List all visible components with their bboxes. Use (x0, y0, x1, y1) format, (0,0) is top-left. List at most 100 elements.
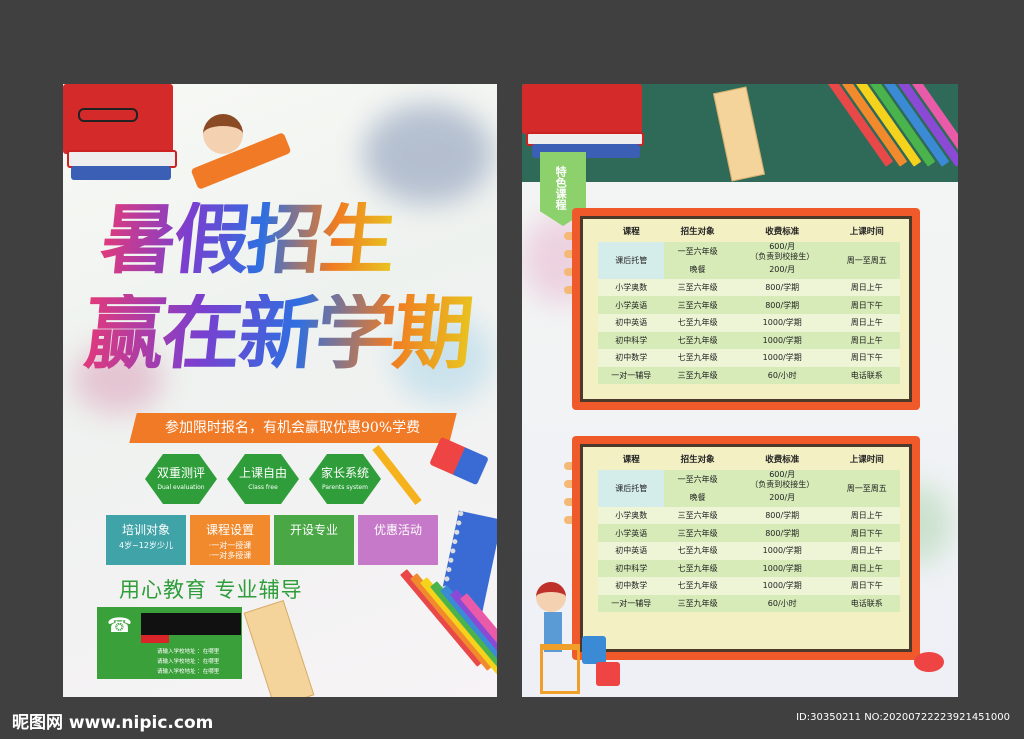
ruler-illustration (243, 599, 315, 697)
feature-title: 上课自由 (238, 466, 287, 480)
box-title: 课程设置 (205, 523, 254, 537)
cell-fee: 800/学期 (730, 524, 834, 542)
cell-course: 课后托管 (598, 470, 665, 507)
cell-target: 一至六年级 (664, 242, 731, 262)
cell-fee-note: （负责到校接生） (750, 479, 815, 489)
feature-title: 双重测评 (156, 466, 205, 480)
cell-course: 初中数学 (598, 349, 665, 367)
info-box-course: 课程设置 ·一对一授课 ·一对多授课 (190, 515, 270, 565)
cell-fee: 1000/学期 (730, 559, 834, 578)
box-title: 培训对象 (121, 523, 170, 537)
header-course: 课程 (622, 227, 640, 237)
cell-time: 周日下午 (833, 577, 900, 595)
cell-target: 七至九年级 (664, 541, 731, 560)
paint-bucket-illustration (596, 662, 620, 686)
cell-time: 周一至周五 (833, 470, 900, 507)
headline-line1: 暑假招生 (96, 195, 398, 284)
header-target: 招生对象 (680, 227, 715, 237)
cell-course: 课后托管 (598, 242, 665, 279)
cell-fee: 800/学期 (730, 278, 834, 297)
schedule-table: 课程 招生对象 收费标准 上课时间 课后托管 一至六年级 600/月 （负责到校接… (598, 220, 900, 385)
cell-target: 三至九年级 (664, 366, 731, 385)
feature-subtitle: Class free (248, 484, 278, 491)
cell-target: 晚餐 (664, 489, 731, 507)
cell-time: 电话联系 (833, 594, 900, 613)
phone-icon: ☎ (107, 613, 132, 637)
promo-text: 参加限时报名，有机会赢取优惠90%学费 (165, 420, 421, 436)
cell-target: 三至六年级 (664, 296, 731, 314)
feature-subtitle: Dual evaluation (157, 484, 205, 491)
contact-panel: ☎ 请输入学校地址 ：在哪里 请输入学校地址 ：在哪里 请输入学校地址 ：在哪里 (97, 607, 242, 679)
cell-course: 小学奥数 (598, 278, 665, 297)
cell-target: 三至六年级 (664, 278, 731, 297)
cell-time: 周日下午 (833, 524, 900, 542)
feature-badge: 上课自由 Class free (227, 454, 299, 504)
left-flyer: 暑假招生 赢在新学期 参加限时报名，有机会赢取优惠90%学费 双重测评 Dual… (63, 84, 497, 697)
image-id: ID:30350211 NO:20200722223921451000 (796, 712, 1010, 723)
schedule-table: 课程 招生对象 收费标准 上课时间 课后托管 一至六年级 600/月 （负责到校接… (598, 448, 900, 613)
address-line: 请输入学校地址 ：在哪里 (157, 649, 220, 655)
box-title: 开设专业 (289, 523, 338, 537)
eraser-illustration (429, 436, 489, 486)
phone-number-placeholder (141, 613, 241, 635)
cell-fee: 60/小时 (730, 594, 834, 613)
glasses-icon (78, 108, 138, 122)
cell-target: 七至九年级 (664, 577, 731, 595)
cell-course: 一对一辅导 (598, 366, 665, 385)
cell-fee: 200/月 (730, 489, 834, 507)
cell-target: 三至六年级 (664, 524, 731, 542)
right-flyer: 特色课程 课程 招生对象 收费标准 上课时间 课后托管 一至六年级 600/月（… (522, 84, 958, 697)
accent-bar (141, 635, 169, 643)
paint-bucket-illustration (582, 636, 606, 664)
info-box-offer: 优惠活动 (358, 515, 438, 565)
cell-course: 初中英语 (598, 313, 665, 332)
cell-time: 周一至周五 (833, 242, 900, 279)
pencil-illustration (372, 444, 422, 506)
cell-target: 一至六年级 (664, 470, 731, 490)
box-subtitle: 4岁~12岁少儿 (119, 541, 173, 550)
headline-line2: 赢在新学期 (80, 287, 475, 380)
header-fee: 收费标准 (765, 455, 800, 465)
book-illustration (71, 166, 171, 180)
cell-target: 三至六年级 (664, 506, 731, 525)
cell-course: 初中数学 (598, 577, 665, 595)
cell-time: 周日上午 (833, 506, 900, 525)
cell-fee: 1000/学期 (730, 349, 834, 367)
cell-time: 电话联系 (833, 366, 900, 385)
cell-fee-note: （负责到校接生） (750, 251, 815, 261)
girl-illustration (203, 114, 243, 154)
cell-fee: 1000/学期 (730, 331, 834, 350)
header-target: 招生对象 (680, 455, 715, 465)
cell-fee: 1000/学期 (730, 541, 834, 560)
cell-time: 周日上午 (833, 541, 900, 560)
cell-fee: 1000/学期 (730, 577, 834, 595)
cell-fee: 1000/学期 (730, 313, 834, 332)
cell-fee: 60/小时 (730, 366, 834, 385)
header-time: 上课时间 (849, 227, 884, 237)
cell-course: 初中科学 (598, 559, 665, 578)
info-box-major: 开设专业 (274, 515, 354, 565)
box-title: 优惠活动 (373, 523, 422, 537)
ladder-illustration (540, 644, 580, 694)
address-line: 请输入学校地址 ：在哪里 (157, 669, 220, 675)
cell-time: 周日下午 (833, 296, 900, 314)
cell-target: 七至九年级 (664, 313, 731, 332)
cell-target: 晚餐 (664, 261, 731, 279)
cell-time: 周日上午 (833, 559, 900, 578)
girl-illustration (536, 582, 566, 612)
cell-fee: 600/月 (769, 470, 796, 479)
cell-course: 一对一辅导 (598, 594, 665, 613)
cell-course: 小学英语 (598, 296, 665, 314)
cell-target: 七至九年级 (664, 559, 731, 578)
feature-title: 家长系统 (320, 466, 369, 480)
address-line: 请输入学校地址 ：在哪里 (157, 659, 220, 665)
cell-course: 初中英语 (598, 541, 665, 560)
header-time: 上课时间 (849, 455, 884, 465)
flower-illustration (914, 652, 944, 672)
tag-text: 特色课程 (554, 166, 568, 210)
ink-splash (363, 104, 493, 204)
cell-target: 七至九年级 (664, 349, 731, 367)
cell-time: 周日上午 (833, 331, 900, 350)
cell-fee: 800/学期 (730, 506, 834, 525)
header-course: 课程 (622, 455, 640, 465)
